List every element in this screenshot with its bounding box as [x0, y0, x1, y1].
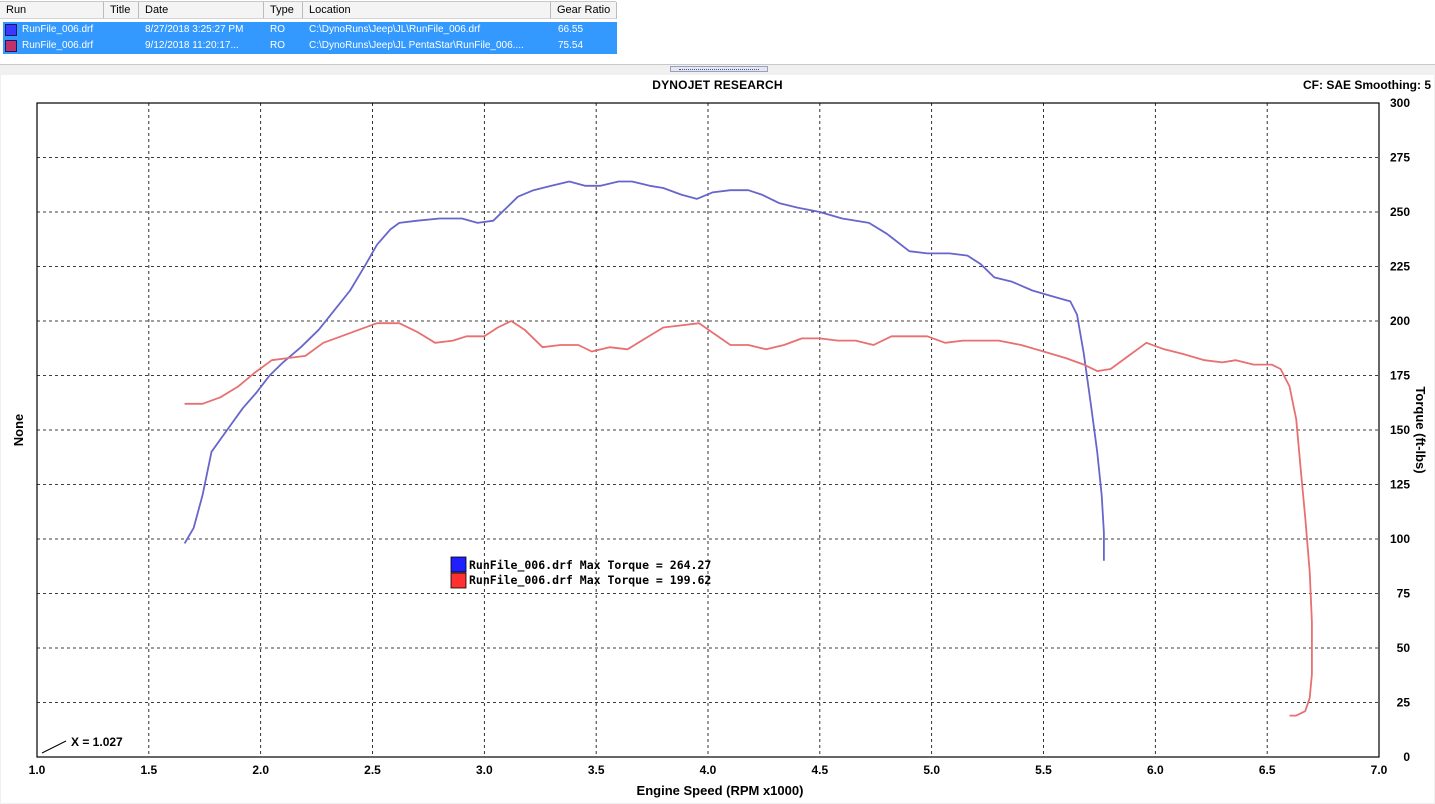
y-tick-label: 50	[1397, 641, 1411, 655]
x-tick-label: 6.5	[1259, 763, 1276, 777]
cursor-readout: X = 1.027	[71, 735, 123, 749]
y-tick-labels: 0 25 50 75 100 125 150 175 200 225 250 275 300	[1390, 96, 1410, 764]
x-tick-label: 6.0	[1147, 763, 1164, 777]
x-tick-label: 4.5	[811, 763, 828, 777]
y-tick-label: 300	[1390, 96, 1410, 110]
x-tick-label: 2.5	[364, 763, 381, 777]
y-axis-label-left: None	[11, 414, 26, 447]
legend-entry: RunFile_006.drf Max Torque = 264.27	[469, 558, 711, 573]
y-tick-label: 250	[1390, 205, 1410, 219]
x-tick-labels: 1.0 1.5 2.0 2.5 3.0 3.5 4.0 4.5 5.0 5.5 6.0 6.5 7.0	[29, 763, 1388, 777]
x-tick-label: 3.5	[588, 763, 605, 777]
y-tick-label: 0	[1403, 750, 1410, 764]
legend-swatch	[450, 556, 467, 573]
x-tick-label: 2.0	[252, 763, 269, 777]
legend-swatch	[450, 572, 467, 589]
y-tick-label: 75	[1397, 587, 1411, 601]
x-tick-label: 5.0	[923, 763, 940, 777]
y-tick-label: 25	[1397, 696, 1411, 710]
x-axis-label: Engine Speed (RPM x1000)	[637, 783, 804, 798]
y-tick-label: 200	[1390, 314, 1410, 328]
dyno-chart[interactable]: 1.0 1.5 2.0 2.5 3.0 3.5 4.0 4.5 5.0 5.5 6.0 6.5 7.0 …	[0, 0, 1435, 804]
y-tick-label: 125	[1390, 478, 1410, 492]
x-tick-label: 3.0	[476, 763, 493, 777]
legend-entry: RunFile_006.drf Max Torque = 199.62	[469, 573, 711, 588]
x-tick-label: 4.0	[700, 763, 717, 777]
y-tick-label: 275	[1390, 151, 1410, 165]
x-tick-label: 5.5	[1035, 763, 1052, 777]
y-tick-label: 100	[1390, 532, 1410, 546]
y-tick-label: 150	[1390, 423, 1410, 437]
x-tick-label: 7.0	[1371, 763, 1388, 777]
legend: RunFile_006.drf Max Torque = 264.27 RunF…	[450, 556, 711, 589]
y-tick-label: 225	[1390, 260, 1410, 274]
x-tick-label: 1.5	[140, 763, 157, 777]
y-tick-label: 175	[1390, 369, 1410, 383]
y-axis-label-right: Torque (ft-lbs)	[1413, 386, 1428, 473]
x-tick-label: 1.0	[29, 763, 46, 777]
